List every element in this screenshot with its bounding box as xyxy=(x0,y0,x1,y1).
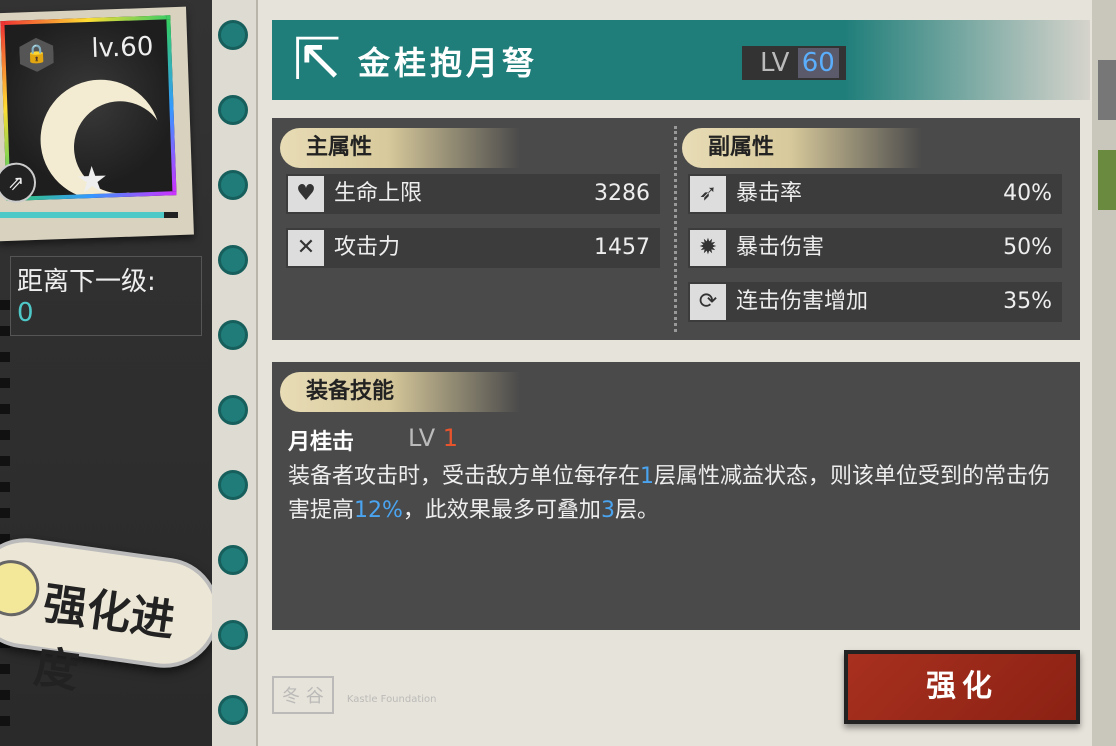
attr-value: 40% xyxy=(1003,181,1052,206)
title-bar: ⇱ 金桂抱月弩 LV 60 xyxy=(272,20,1090,100)
skill-description: 装备者攻击时，受击敌方单位每存在1层属性减益状态，则该单位受到的常击伤害提高12… xyxy=(288,460,1068,528)
binding-ring xyxy=(218,245,248,275)
attr-row-hp: ♥ 生命上限 3286 xyxy=(286,174,660,214)
attr-row-atk: ✕ 攻击力 1457 xyxy=(286,228,660,268)
footer-stamps: 冬 谷 Kastle Foundation xyxy=(272,676,612,726)
attr-label: 暴击率 xyxy=(736,181,803,206)
heart-icon: ♥ xyxy=(288,176,324,212)
attr-label: 生命上限 xyxy=(334,181,423,206)
attr-value: 35% xyxy=(1003,289,1052,314)
right-edge-tabs xyxy=(1092,0,1116,746)
left-column: 🔒 lv.60 ⇗ ★ 距离下一级: 0 强化进度 xyxy=(0,0,212,746)
skill-level: LV 1 xyxy=(408,424,458,452)
level-prefix: LV xyxy=(760,48,790,78)
attr-row-combo: ⟳ 连击伤害增加 35% xyxy=(688,282,1062,322)
binding-ring xyxy=(218,470,248,500)
binding-ring xyxy=(218,620,248,650)
enhance-progress-label: 强化进度 xyxy=(30,578,178,699)
sub-attr-title: 副属性 xyxy=(682,128,922,168)
side-tab[interactable] xyxy=(1098,60,1116,120)
skill-level-value: 1 xyxy=(442,424,459,452)
xp-bar xyxy=(0,212,178,218)
next-level-box: 距离下一级: 0 xyxy=(10,256,202,336)
binding-ring xyxy=(218,395,248,425)
equipment-level: LV 60 xyxy=(742,46,846,80)
crossbow-icon: ⇱ xyxy=(292,25,342,93)
xp-fill xyxy=(0,212,164,218)
star-icon: ★ xyxy=(75,159,109,202)
desc-number: 3 xyxy=(600,498,615,523)
enhance-button-label: 强化 xyxy=(926,669,998,704)
binding-ring xyxy=(218,320,248,350)
next-level-label: 距离下一级: xyxy=(17,267,156,297)
attr-value: 50% xyxy=(1003,235,1052,260)
skill-title: 装备技能 xyxy=(280,372,520,412)
lock-icon[interactable]: 🔒 xyxy=(19,37,54,72)
binding-ring xyxy=(218,545,248,575)
progress-circle-icon xyxy=(0,556,43,620)
attributes-panel: 主属性 ♥ 生命上限 3286 ✕ 攻击力 1457 副属性 ➶ 暴击率 40%… xyxy=(272,118,1080,340)
main-attr-title: 主属性 xyxy=(280,128,520,168)
crossed-swords-icon: ✕ xyxy=(288,230,324,266)
attr-row-crit-rate: ➶ 暴击率 40% xyxy=(688,174,1062,214)
side-tab[interactable] xyxy=(1098,150,1116,210)
desc-number: 1 xyxy=(640,464,655,489)
item-card[interactable]: 🔒 lv.60 ⇗ ★ xyxy=(0,6,194,242)
equipment-name: 金桂抱月弩 xyxy=(358,44,539,82)
attr-row-crit-damage: ✹ 暴击伤害 50% xyxy=(688,228,1062,268)
binding-ring xyxy=(218,95,248,125)
enhance-button[interactable]: 强化 xyxy=(844,650,1080,724)
enhance-progress-button[interactable]: 强化进度 xyxy=(0,531,212,698)
skill-name: 月桂击 xyxy=(288,430,355,455)
next-level-value: 0 xyxy=(17,298,34,328)
desc-text: ，此效果最多可叠加 xyxy=(402,498,601,523)
crit-rate-icon: ➶ xyxy=(690,176,726,212)
combo-icon: ⟳ xyxy=(690,284,726,320)
desc-number: 12% xyxy=(354,498,403,523)
skill-panel: 装备技能 月桂击 LV 1 装备者攻击时，受击敌方单位每存在1层属性减益状态，则… xyxy=(272,362,1080,630)
stamp-foundation: Kastle Foundation xyxy=(346,694,437,705)
attr-value: 1457 xyxy=(594,235,650,260)
binding-dots xyxy=(0,300,10,740)
item-level: lv.60 xyxy=(90,31,154,64)
stamp-dongu: 冬 谷 xyxy=(272,676,334,714)
spiral-binding xyxy=(212,0,260,746)
binding-ring xyxy=(218,695,248,725)
attr-value: 3286 xyxy=(594,181,650,206)
attr-label: 攻击力 xyxy=(334,235,401,260)
panel-divider xyxy=(674,126,677,332)
skill-level-prefix: LV xyxy=(408,424,436,452)
desc-text: 装备者攻击时，受击敌方单位每存在 xyxy=(288,464,641,489)
binding-ring xyxy=(218,170,248,200)
crit-damage-icon: ✹ xyxy=(690,230,726,266)
desc-text: 层。 xyxy=(614,498,659,523)
attr-label: 连击伤害增加 xyxy=(736,289,869,314)
attr-label: 暴击伤害 xyxy=(736,235,825,260)
binding-ring xyxy=(218,20,248,50)
level-value: 60 xyxy=(797,48,839,78)
equipment-detail-page: ⇱ 金桂抱月弩 LV 60 主属性 ♥ 生命上限 3286 ✕ 攻击力 1457… xyxy=(256,0,1092,746)
